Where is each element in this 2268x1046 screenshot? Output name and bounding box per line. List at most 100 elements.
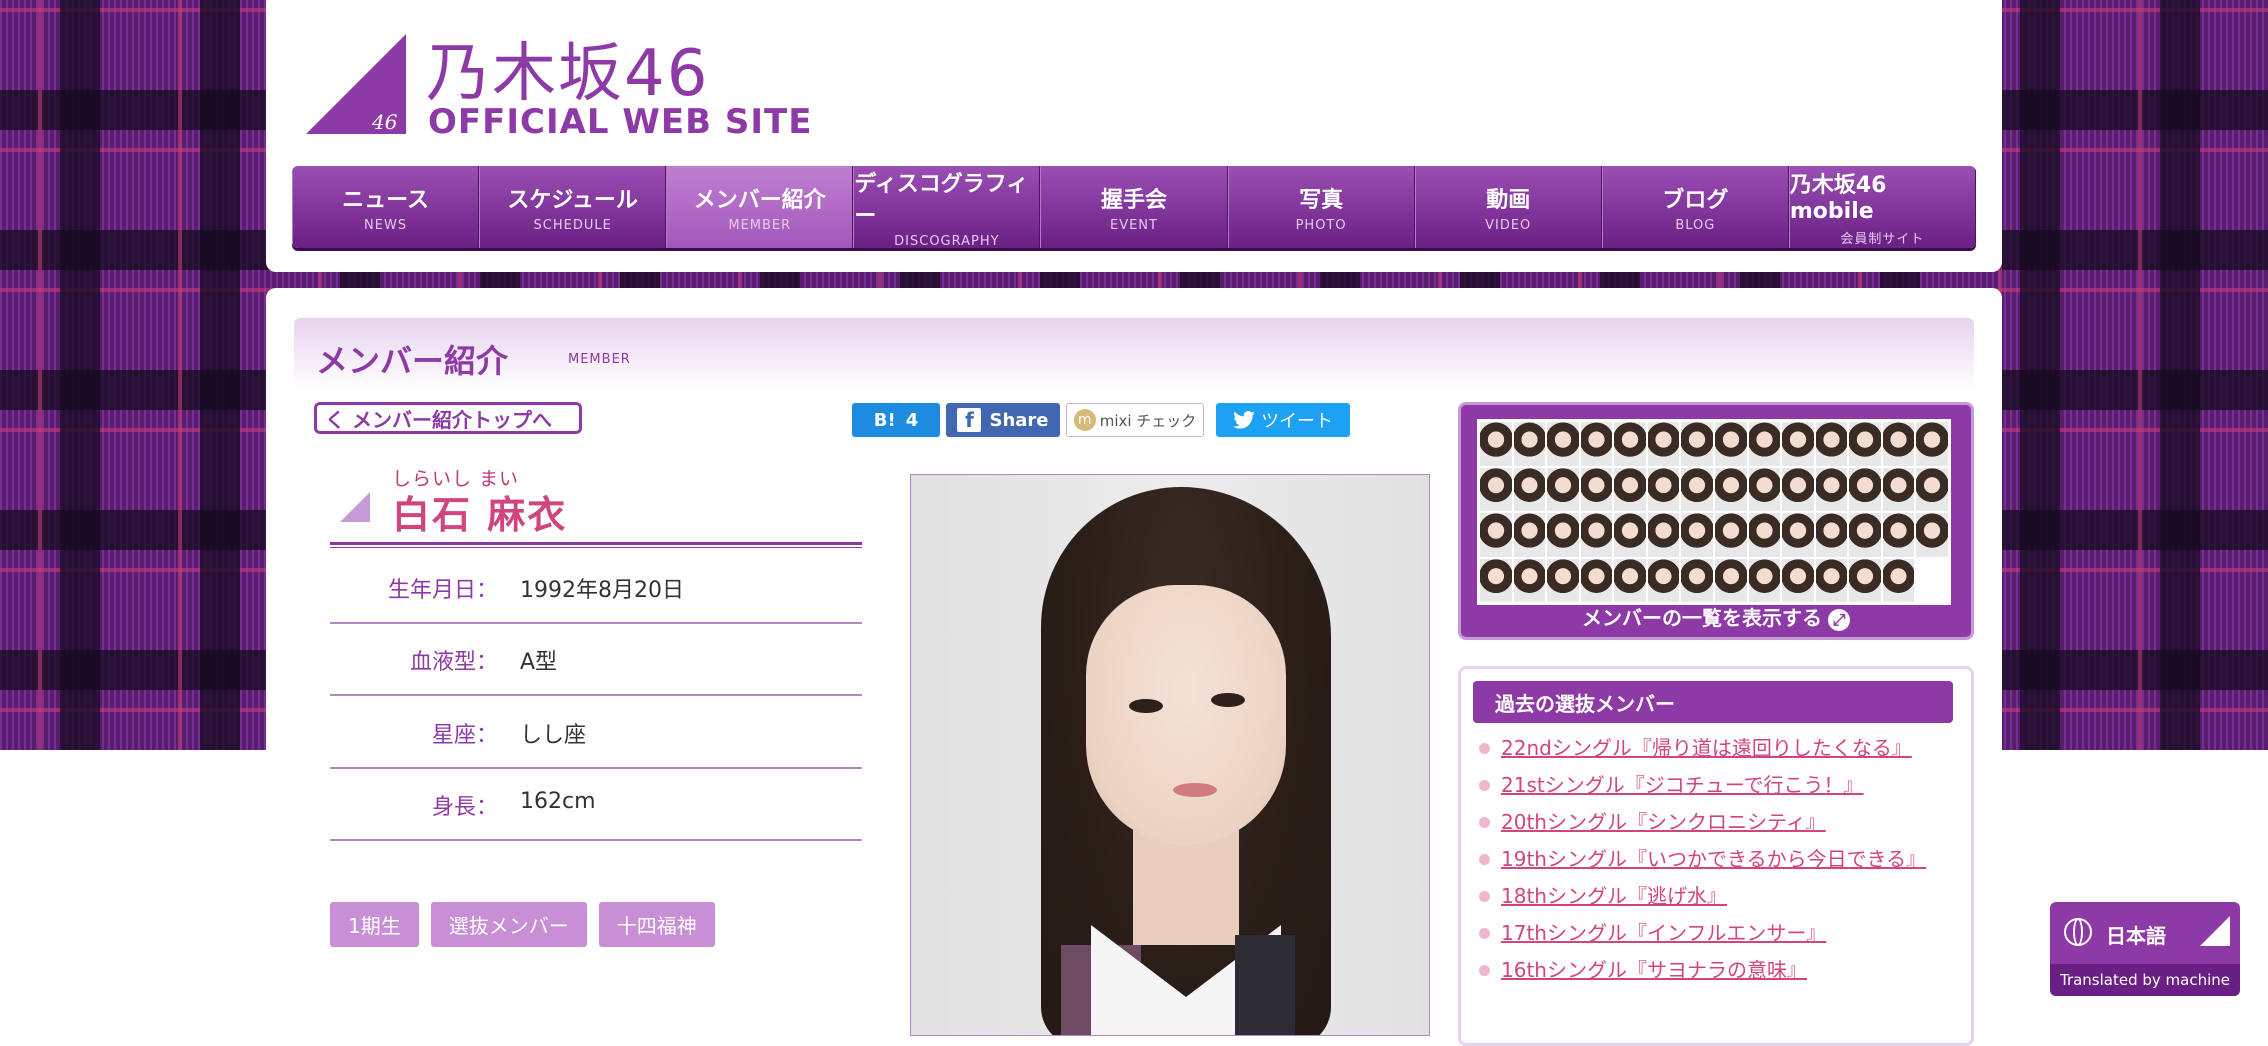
member-thumbnail [1480,558,1512,602]
single-link[interactable]: 20thシングル『シンクロニシティ』 [1501,810,1826,834]
nav-item-blog[interactable]: ブログ BLOG [1601,166,1789,248]
member-thumbnail [1647,422,1680,466]
section-header: メンバー紹介 MEMBER [294,318,1974,390]
nav-label: 乃木坂46 mobile [1789,173,1887,224]
single-link[interactable]: 21stシングル『ジコチューで行こう！』 [1501,773,1864,797]
nav-item-discography[interactable]: ディスコグラフィー DISCOGRAPHY [853,166,1041,249]
nav-sublabel: DISCOGRAPHY [894,233,1000,249]
show-member-list-label: メンバーの一覧を表示する [1582,606,1822,630]
past-senbatsu-heading: 過去の選抜メンバー [1473,681,1953,723]
member-thumbnail [1714,558,1747,602]
member-thumbnail [1681,422,1713,466]
nav-label: スケジュール [507,187,638,213]
member-thumbnail [1513,422,1546,466]
member-thumbnail [1547,467,1579,511]
tag-generation: 1期生 [330,902,419,947]
single-link[interactable]: 16thシングル『サヨナラの意味』 [1501,958,1807,982]
twitter-bird-icon [1233,411,1255,429]
hatena-icon: B! [873,409,896,431]
mixi-icon: m [1073,409,1096,431]
member-tags: 1期生 選抜メンバー 十四福神 [330,902,715,947]
single-link[interactable]: 18thシングル『逃げ水』 [1501,884,1727,908]
language-label: 日本語 [2106,924,2166,948]
profile-label: 星座： [431,723,498,748]
member-photo [910,474,1430,1036]
member-thumbnail [1647,558,1680,602]
nav-label: 写真 [1299,187,1344,213]
member-thumbnail [1681,558,1713,602]
member-thumbnail [1681,467,1713,511]
hatena-count: 4 [905,409,919,431]
nav-item-mobile[interactable]: 乃木坂46 mobile 会員制サイト [1788,166,1976,248]
member-thumbnail [1782,467,1814,511]
member-thumbnail [1681,513,1713,557]
nav-item-news[interactable]: ニュース NEWS [292,166,480,248]
list-item: 18thシングル『逃げ水』 [1473,881,1953,911]
hatena-bookmark-button[interactable]: B! 4 [852,403,940,437]
member-list-banner[interactable]: メンバーの一覧を表示する ⤢ [1458,402,1974,640]
tweet-label: ツイート [1261,411,1333,432]
member-thumbnail [1849,467,1881,511]
single-list: 22ndシングル『帰り道は遠回りしたくなる』 21stシングル『ジコチューで行こ… [1473,733,1953,992]
member-thumbnail [1614,467,1646,511]
nav-sublabel: 会員制サイト [1840,232,1925,247]
member-thumbnail [1614,422,1646,466]
expand-arrow-icon: ⤢ [1828,609,1850,631]
profile-row-blood-type: 血液型： A型 [330,622,862,696]
member-thumbnail [1815,513,1848,557]
profile-label: 血液型： [409,650,498,675]
member-thumbnail [1782,422,1814,466]
list-item: 22ndシングル『帰り道は遠回りしたくなる』 [1473,733,1953,763]
member-name: 白石 麻衣 [392,493,568,537]
language-switcher[interactable]: 日本語 Translated by machine [2050,902,2240,996]
single-link[interactable]: 17thシングル『インフルエンサー』 [1501,921,1826,945]
member-thumbnail [1480,422,1512,466]
page-subtitle: MEMBER [568,352,631,367]
logo-subtitle: OFFICIAL WEB SITE [428,102,813,142]
list-item: 21stシングル『ジコチューで行こう！』 [1473,770,1953,800]
show-member-list-link[interactable]: メンバーの一覧を表示する ⤢ [1461,602,1971,631]
nav-item-photo[interactable]: 写真 PHOTO [1227,166,1415,248]
member-thumbnail [1647,467,1680,511]
page-title: メンバー紹介 [316,342,509,380]
member-thumbnail [1849,513,1881,557]
mixi-check-button[interactable]: m mixi チェック [1066,403,1204,437]
single-link[interactable]: 22ndシングル『帰り道は遠回りしたくなる』 [1501,736,1912,760]
member-thumbnail [1849,558,1881,602]
member-thumbnail [1782,513,1814,557]
member-thumbnail [1882,558,1915,602]
nav-label: メンバー紹介 [693,187,826,213]
nav-sublabel: BLOG [1675,217,1716,233]
member-thumbnail [1815,422,1848,466]
back-to-members-button[interactable]: く メンバー紹介トップへ [314,402,582,434]
member-thumbnail [1815,558,1848,602]
profile-value: しし座 [520,723,587,748]
single-link[interactable]: 19thシングル『いつかできるから今日できる』 [1501,847,1926,871]
profile-row-height: 身長： 162cm [330,767,862,841]
facebook-share-button[interactable]: f Share [946,403,1060,437]
profile-value: 162cm [520,789,596,814]
nav-label: 動画 [1486,187,1531,213]
member-thumbnail [1480,513,1512,557]
member-thumbnail [1815,467,1848,511]
globe-icon [2064,918,2092,946]
profile-label: 身長： [431,795,498,820]
member-thumbnail [1748,422,1781,466]
nav-sublabel: SCHEDULE [533,217,612,233]
nav-item-video[interactable]: 動画 VIDEO [1414,166,1602,248]
member-thumbnail [1916,513,1948,557]
global-nav: ニュース NEWS スケジュール SCHEDULE メンバー紹介 MEMBER ディス… [292,166,1976,248]
nav-item-schedule[interactable]: スケジュール SCHEDULE [479,166,667,248]
nav-item-member[interactable]: メンバー紹介 MEMBER [666,166,854,248]
nav-label: ディスコグラフィー [854,171,1029,229]
profile-row-zodiac: 星座： しし座 [330,695,862,769]
nav-item-event[interactable]: 握手会 EVENT [1040,166,1228,248]
brand-triangle-icon [2200,916,2230,946]
facebook-icon: f [957,408,982,432]
member-thumbnail [1882,467,1915,511]
member-thumbnail [1580,422,1613,466]
member-thumbnail [1882,513,1915,557]
tweet-button[interactable]: ツイート [1216,403,1350,437]
nav-label: ブログ [1662,187,1729,213]
member-thumbnail [1513,558,1546,602]
